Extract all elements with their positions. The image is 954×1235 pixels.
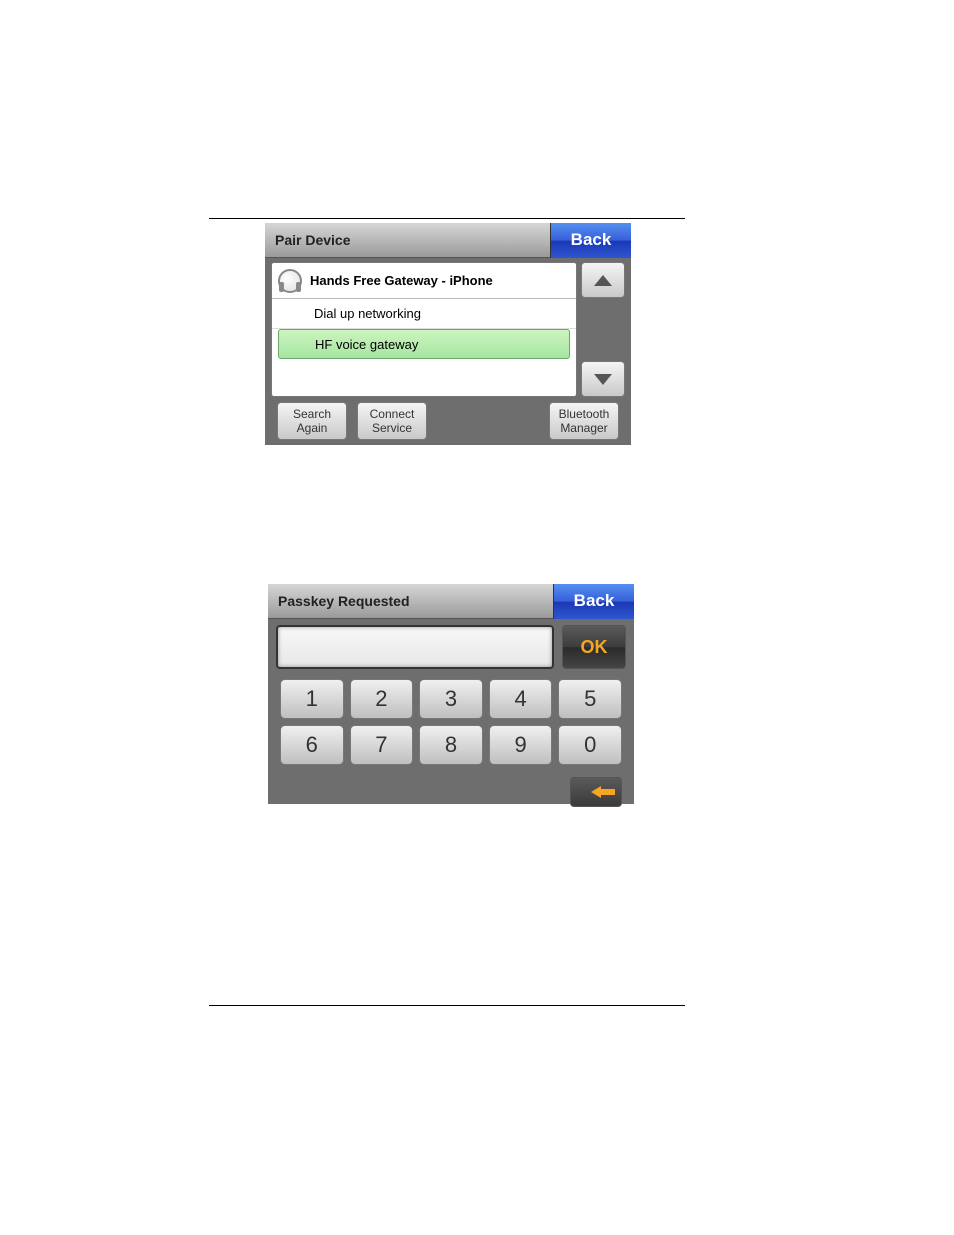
key-2[interactable]: 2 (350, 679, 414, 719)
device-row[interactable]: Hands Free Gateway - iPhone (272, 263, 576, 299)
back-label: Back (571, 230, 612, 250)
titlebar: Passkey Requested Back (268, 584, 634, 619)
passkey-screen: Passkey Requested Back OK 1 2 3 4 5 6 7 … (268, 584, 634, 804)
scrollbar (581, 262, 625, 397)
search-again-button[interactable]: Search Again (277, 402, 347, 440)
key-label: 1 (306, 686, 318, 712)
key-label: 7 (375, 732, 387, 758)
service-label: Dial up networking (314, 306, 421, 321)
back-button[interactable]: Back (550, 223, 631, 258)
pair-footer: Search Again Connect Service Bluetooth M… (265, 397, 631, 445)
service-label: HF voice gateway (315, 337, 418, 352)
key-3[interactable]: 3 (419, 679, 483, 719)
key-9[interactable]: 9 (489, 725, 553, 765)
chevron-down-icon (594, 374, 612, 385)
key-4[interactable]: 4 (489, 679, 553, 719)
pair-device-screen: Pair Device Back Hands Free Gateway - iP… (265, 223, 631, 445)
input-row: OK (276, 625, 626, 669)
key-label: 8 (445, 732, 457, 758)
back-button[interactable]: Back (553, 584, 634, 619)
key-label: 5 (584, 686, 596, 712)
key-label: 4 (514, 686, 526, 712)
backspace-button[interactable] (570, 777, 622, 807)
top-separator (209, 218, 685, 219)
button-label: Connect Service (370, 407, 415, 435)
key-label: 0 (584, 732, 596, 758)
pair-body: Hands Free Gateway - iPhone Dial up netw… (271, 262, 625, 397)
bottom-separator (209, 1005, 685, 1006)
key-label: 9 (514, 732, 526, 758)
service-item-hf-voice[interactable]: HF voice gateway (278, 329, 570, 359)
chevron-up-icon (594, 275, 612, 286)
scroll-down-button[interactable] (581, 361, 625, 397)
button-label: Bluetooth Manager (559, 407, 610, 435)
scroll-up-button[interactable] (581, 262, 625, 298)
service-item-dialup[interactable]: Dial up networking (272, 299, 576, 329)
connect-service-button[interactable]: Connect Service (357, 402, 427, 440)
ok-label: OK (581, 637, 608, 658)
headset-icon (278, 269, 302, 293)
key-label: 6 (306, 732, 318, 758)
screen-title: Pair Device (275, 232, 351, 248)
key-0[interactable]: 0 (558, 725, 622, 765)
numeric-keypad: 1 2 3 4 5 6 7 8 9 0 (280, 679, 622, 765)
arrow-left-icon (591, 786, 601, 798)
back-label: Back (574, 591, 615, 611)
device-list: Hands Free Gateway - iPhone Dial up netw… (271, 262, 577, 397)
key-label: 3 (445, 686, 457, 712)
key-7[interactable]: 7 (350, 725, 414, 765)
key-6[interactable]: 6 (280, 725, 344, 765)
key-1[interactable]: 1 (280, 679, 344, 719)
button-label: Search Again (293, 407, 331, 435)
key-label: 2 (375, 686, 387, 712)
screen-title: Passkey Requested (278, 593, 410, 609)
footer-left-group: Search Again Connect Service (277, 402, 427, 440)
passkey-input[interactable] (276, 625, 554, 669)
bluetooth-manager-button[interactable]: Bluetooth Manager (549, 402, 619, 440)
ok-button[interactable]: OK (562, 625, 626, 669)
key-5[interactable]: 5 (558, 679, 622, 719)
device-name: Hands Free Gateway - iPhone (310, 273, 493, 288)
titlebar: Pair Device Back (265, 223, 631, 258)
backspace-row (280, 777, 622, 807)
key-8[interactable]: 8 (419, 725, 483, 765)
